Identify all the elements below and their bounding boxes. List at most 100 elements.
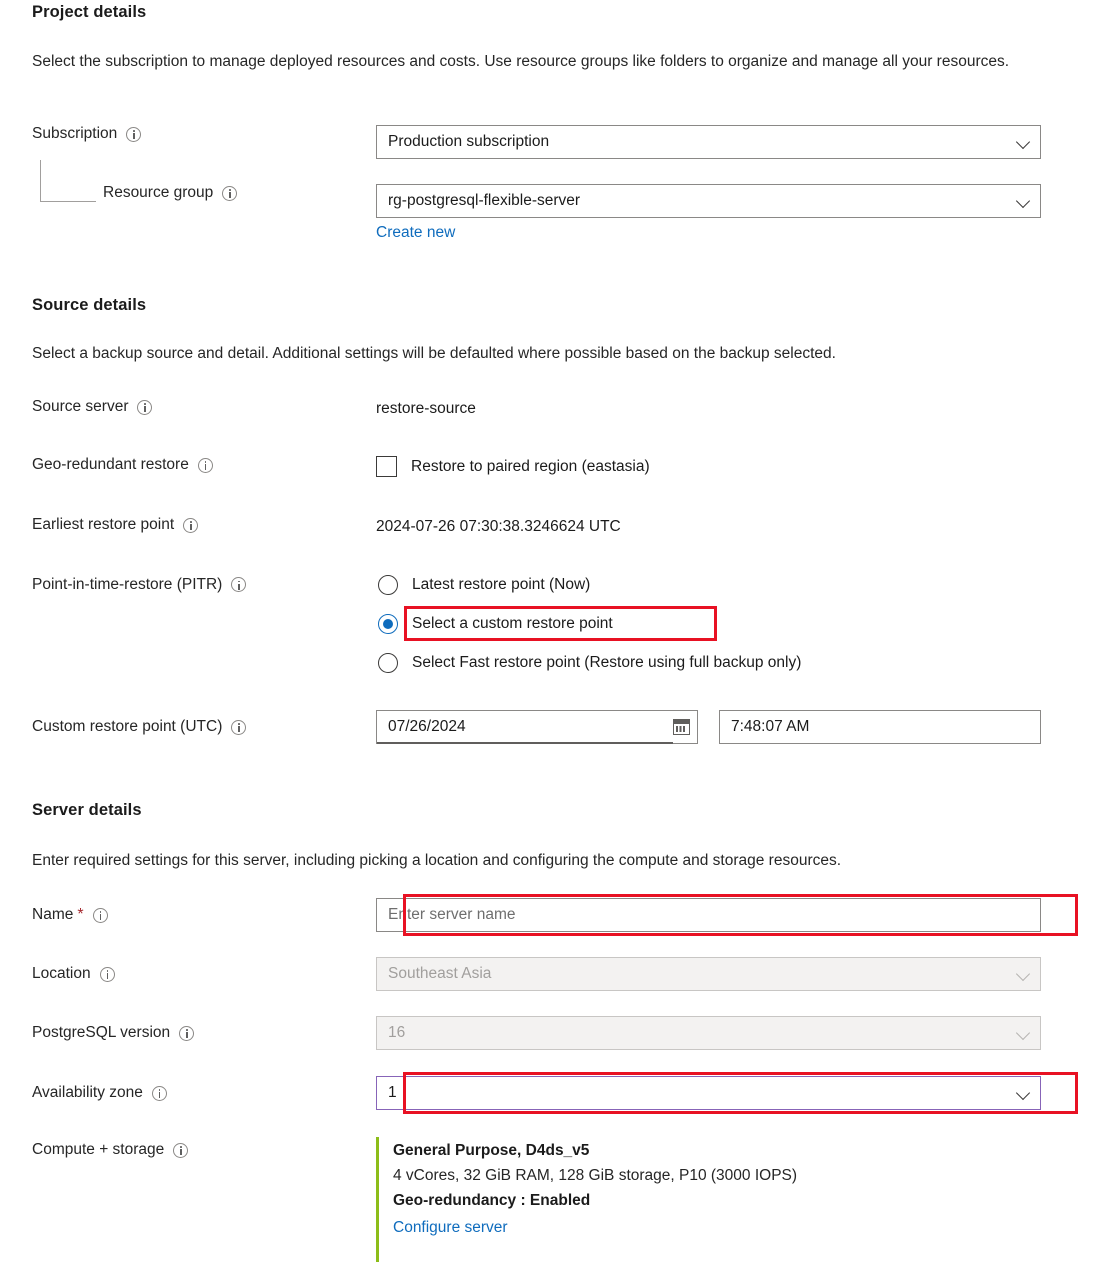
server-name-row: Name * Enter server name <box>0 898 1110 932</box>
location-label-text: Location <box>32 965 91 982</box>
restore-paired-region-checkbox-row[interactable]: Restore to paired region (eastasia) <box>376 456 1110 477</box>
compute-tier: General Purpose, D4ds_v5 <box>393 1142 590 1159</box>
pitr-row: Point-in-time-restore (PITR) Latest rest… <box>0 565 1110 682</box>
custom-restore-time-value: 7:48:07 AM <box>731 718 810 735</box>
custom-restore-point-label: Custom restore point (UTC) <box>0 710 376 744</box>
server-details-description: Enter required settings for this server,… <box>32 852 842 869</box>
pitr-label: Point-in-time-restore (PITR) <box>0 565 376 604</box>
resource-group-label: Resource group <box>0 184 376 202</box>
source-server-row: Source server restore-source <box>0 398 1110 420</box>
pitr-option-latest-label: Latest restore point (Now) <box>412 575 591 593</box>
pitr-option-latest[interactable]: Latest restore point (Now) <box>376 565 1110 604</box>
restore-paired-region-label: Restore to paired region (eastasia) <box>411 457 650 475</box>
postgresql-version-row: PostgreSQL version 16 <box>0 1016 1110 1050</box>
resource-group-value: rg-postgresql-flexible-server <box>388 192 581 209</box>
radio-icon-selected[interactable] <box>378 613 398 634</box>
pitr-option-fast-label: Select Fast restore point (Restore using… <box>412 653 802 671</box>
server-details-heading: Server details <box>32 801 142 819</box>
availability-zone-value: 1 <box>388 1084 397 1101</box>
chevron-down-icon <box>1017 967 1031 981</box>
pitr-option-custom-label: Select a custom restore point <box>412 614 613 632</box>
info-icon[interactable] <box>179 1025 195 1041</box>
subscription-label: Subscription <box>0 125 376 143</box>
subscription-label-text: Subscription <box>32 125 118 142</box>
pitr-option-fast[interactable]: Select Fast restore point (Restore using… <box>376 643 1110 682</box>
geo-redundant-restore-label: Geo-redundant restore <box>0 456 376 474</box>
postgresql-version-label: PostgreSQL version <box>0 1016 376 1050</box>
custom-restore-time-input[interactable]: 7:48:07 AM <box>719 710 1041 744</box>
custom-restore-point-label-text: Custom restore point (UTC) <box>32 718 223 735</box>
calendar-icon[interactable] <box>673 719 690 735</box>
server-name-label-text: Name <box>32 906 74 923</box>
earliest-restore-point-label-text: Earliest restore point <box>32 516 175 533</box>
location-field: Southeast Asia <box>376 957 1110 991</box>
resource-group-label-text: Resource group <box>103 184 214 201</box>
postgresql-version-dropdown: 16 <box>376 1016 1041 1050</box>
info-icon[interactable] <box>137 399 153 415</box>
earliest-restore-point-field: 2024-07-26 07:30:38.3246624 UTC <box>376 516 1110 538</box>
pitr-options: Latest restore point (Now) Select a cust… <box>376 565 1110 682</box>
info-icon[interactable] <box>92 907 108 923</box>
custom-restore-date-input[interactable]: 07/26/2024 <box>376 710 698 744</box>
radio-icon[interactable] <box>378 574 398 595</box>
server-name-input[interactable]: Enter server name <box>376 898 1041 932</box>
geo-redundant-restore-field: Restore to paired region (eastasia) <box>376 456 1110 477</box>
earliest-restore-point-label: Earliest restore point <box>0 516 376 534</box>
source-server-label-text: Source server <box>32 398 129 415</box>
compute-storage-field: General Purpose, D4ds_v5 4 vCores, 32 Gi… <box>376 1137 1110 1262</box>
pitr-label-text: Point-in-time-restore (PITR) <box>32 575 223 593</box>
compute-storage-label: Compute + storage <box>0 1137 376 1163</box>
server-name-field: Enter server name <box>376 898 1110 932</box>
configure-server-link[interactable]: Configure server <box>393 1213 508 1242</box>
location-value: Southeast Asia <box>388 965 492 982</box>
info-icon[interactable] <box>126 126 142 142</box>
info-icon[interactable] <box>231 719 247 735</box>
chevron-down-icon <box>1017 135 1031 149</box>
required-asterisk: * <box>77 906 84 923</box>
availability-zone-row: Availability zone 1 <box>0 1076 1110 1110</box>
location-label: Location <box>0 957 376 991</box>
postgresql-version-label-text: PostgreSQL version <box>32 1024 171 1041</box>
info-icon[interactable] <box>231 577 247 592</box>
create-new-resource-group-link[interactable]: Create new <box>376 224 1110 242</box>
info-icon[interactable] <box>197 457 213 473</box>
geo-redundant-restore-row: Geo-redundant restore Restore to paired … <box>0 456 1110 477</box>
source-server-field: restore-source <box>376 398 1110 420</box>
info-icon[interactable] <box>151 1085 167 1101</box>
info-icon[interactable] <box>222 185 238 201</box>
availability-zone-field: 1 <box>376 1076 1110 1110</box>
date-time-wrapper: 07/26/2024 7:48:07 AM <box>376 710 1110 744</box>
compute-storage-label-text: Compute + storage <box>32 1141 165 1158</box>
project-details-heading: Project details <box>32 3 147 21</box>
restore-paired-region-checkbox[interactable] <box>376 456 397 477</box>
source-server-value: restore-source <box>376 400 476 417</box>
radio-icon[interactable] <box>378 652 398 673</box>
info-icon[interactable] <box>183 517 199 533</box>
pitr-option-custom[interactable]: Select a custom restore point <box>376 604 1110 643</box>
earliest-restore-point-value: 2024-07-26 07:30:38.3246624 UTC <box>376 518 621 535</box>
availability-zone-label-text: Availability zone <box>32 1084 143 1101</box>
subscription-value: Production subscription <box>388 133 550 150</box>
earliest-restore-point-row: Earliest restore point 2024-07-26 07:30:… <box>0 516 1110 538</box>
compute-specs: 4 vCores, 32 GiB RAM, 128 GiB storage, P… <box>393 1167 798 1184</box>
compute-geo-redundancy: Geo-redundancy : Enabled <box>393 1192 591 1209</box>
server-name-label: Name * <box>0 898 376 932</box>
info-icon[interactable] <box>173 1142 189 1158</box>
subscription-field: Production subscription <box>376 125 1110 159</box>
info-icon[interactable] <box>99 966 115 982</box>
server-name-placeholder: Enter server name <box>388 906 516 923</box>
custom-restore-date-value: 07/26/2024 <box>388 718 466 735</box>
location-row: Location Southeast Asia <box>0 957 1110 991</box>
source-server-label: Source server <box>0 398 376 416</box>
resource-group-dropdown[interactable]: rg-postgresql-flexible-server <box>376 184 1041 218</box>
availability-zone-label: Availability zone <box>0 1076 376 1110</box>
subscription-dropdown[interactable]: Production subscription <box>376 125 1041 159</box>
resource-group-row: Resource group rg-postgresql-flexible-se… <box>0 184 1110 242</box>
postgresql-version-value: 16 <box>388 1024 406 1041</box>
location-dropdown: Southeast Asia <box>376 957 1041 991</box>
project-details-description: Select the subscription to manage deploy… <box>32 53 1010 70</box>
subscription-row: Subscription Production subscription <box>0 125 1110 159</box>
availability-zone-dropdown[interactable]: 1 <box>376 1076 1041 1110</box>
custom-restore-point-row: Custom restore point (UTC) 07/26/2024 7:… <box>0 710 1110 744</box>
source-details-description: Select a backup source and detail. Addit… <box>32 345 836 362</box>
